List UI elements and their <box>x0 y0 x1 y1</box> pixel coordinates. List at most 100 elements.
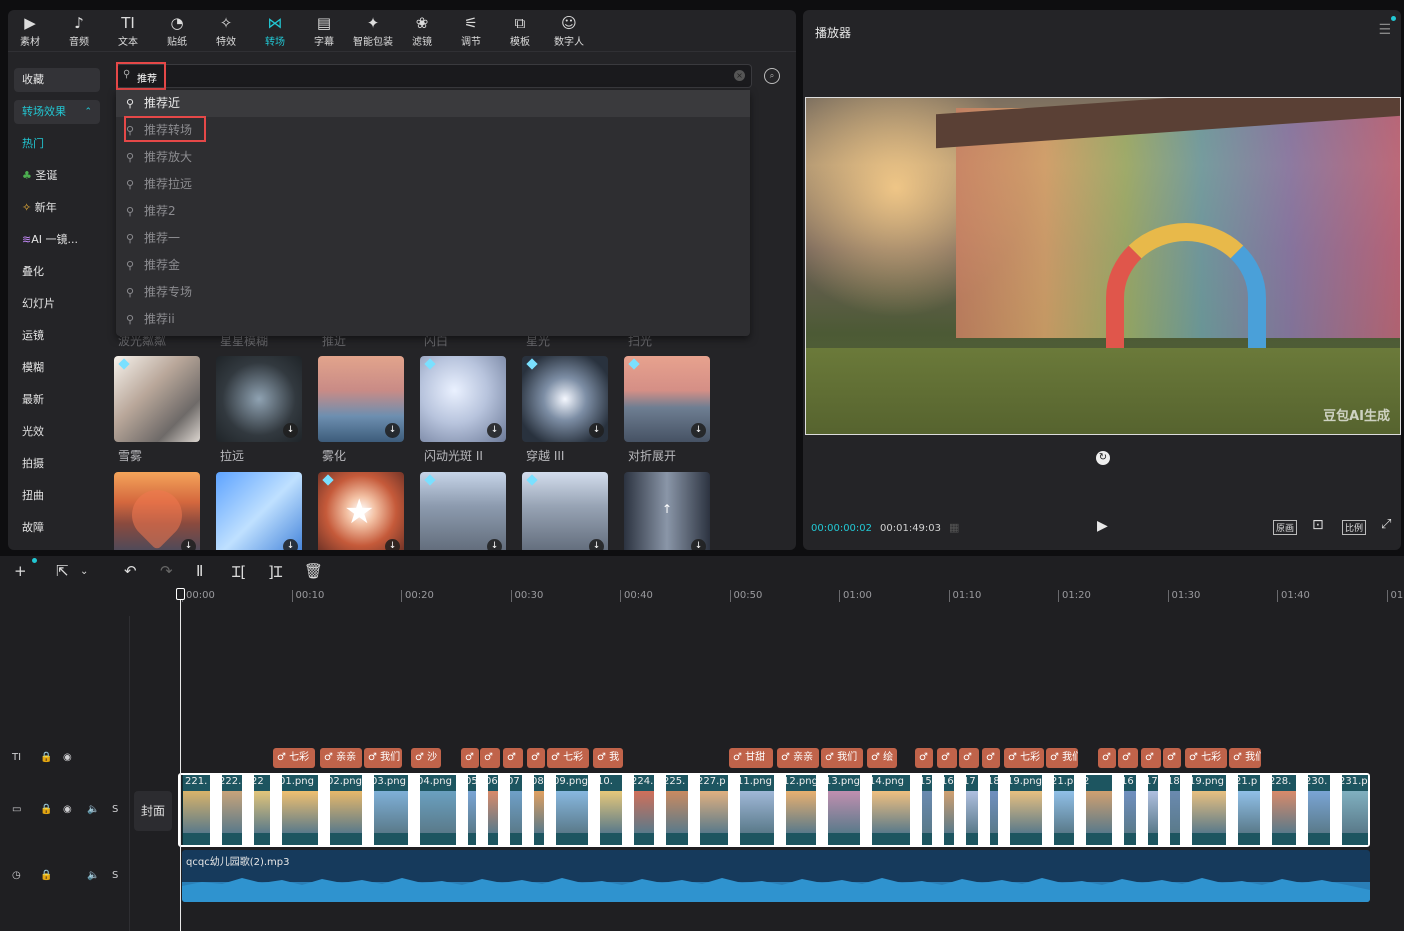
sidebar-item-blur[interactable]: 模糊 <box>14 356 100 380</box>
transition-marker[interactable] <box>910 773 922 847</box>
ratio-button[interactable]: 比例 <box>1342 520 1367 535</box>
transition-marker[interactable] <box>588 773 600 847</box>
sticker-clip[interactable]: ♂ <box>1118 748 1138 768</box>
transition-thumb[interactable]: ↓ <box>216 356 302 442</box>
transition-marker[interactable] <box>270 773 282 847</box>
transition-thumb[interactable]: ↓ <box>216 472 302 550</box>
tool-captions[interactable]: ▤ 字幕 <box>302 13 346 51</box>
sticker-clip[interactable]: ♂ <box>1163 748 1181 768</box>
download-icon[interactable]: ↓ <box>589 539 604 550</box>
sidebar-item-christmas[interactable]: ♣ 圣诞 <box>14 164 100 188</box>
transition-marker[interactable] <box>998 773 1010 847</box>
transition-marker[interactable] <box>774 773 786 847</box>
grid-icon[interactable]: ▦ <box>949 521 959 534</box>
sticker-clip[interactable]: ♂ 我们 <box>364 748 402 768</box>
tool-effects[interactable]: ✧ 特效 <box>204 13 248 51</box>
rotate-icon[interactable]: ↻ <box>1096 451 1110 465</box>
sidebar-item-newest[interactable]: 最新 <box>14 388 100 412</box>
sticker-clip[interactable]: ♂ <box>959 748 979 768</box>
transition-marker[interactable] <box>1260 773 1272 847</box>
suggestion-item[interactable]: ⚲ 推荐专场 <box>116 279 750 306</box>
sticker-clip[interactable]: ♂ 亲亲 <box>777 748 819 768</box>
sticker-clip[interactable]: ♂ <box>527 748 545 768</box>
transition-marker[interactable] <box>362 773 374 847</box>
transition-marker[interactable] <box>688 773 700 847</box>
download-icon[interactable]: ↓ <box>589 423 604 438</box>
sticker-clip[interactable]: ♂ <box>1098 748 1116 768</box>
transition-marker[interactable] <box>860 773 872 847</box>
sticker-clip[interactable]: ♂ <box>915 748 933 768</box>
transition-marker[interactable] <box>1226 773 1238 847</box>
sticker-clip[interactable]: ♂ <box>461 748 479 768</box>
transition-marker[interactable] <box>544 773 556 847</box>
transition-marker[interactable] <box>1074 773 1086 847</box>
download-icon[interactable]: ↓ <box>691 423 706 438</box>
suggestion-item[interactable]: ⚲ 推荐ii <box>116 306 750 333</box>
download-icon[interactable]: ↓ <box>385 423 400 438</box>
search-input[interactable]: ⚲ 推荐 × <box>116 64 752 88</box>
sidebar-item-dissolve[interactable]: 叠化 <box>14 260 100 284</box>
sidebar-item-glitch[interactable]: 故障 <box>14 516 100 540</box>
download-icon[interactable]: ↓ <box>487 423 502 438</box>
original-quality-button[interactable]: 原画 <box>1273 520 1298 535</box>
sticker-clip[interactable]: ♂ 我们 <box>1046 748 1078 768</box>
sticker-clip[interactable]: ♂ 七彩 <box>273 748 315 768</box>
transition-thumb[interactable] <box>114 356 200 442</box>
download-icon[interactable]: ↓ <box>487 539 502 550</box>
transition-thumb[interactable]: ↓ <box>624 356 710 442</box>
ai-search-icon[interactable]: ⌕ <box>764 68 780 84</box>
suggestion-item[interactable]: ⚲ 推荐2 <box>116 198 750 225</box>
suggestion-item[interactable]: ⚲ 推荐转场 <box>116 117 750 144</box>
transition-marker[interactable] <box>654 773 666 847</box>
solo-icon[interactable]: S <box>112 870 118 881</box>
undo-icon[interactable]: ↶ <box>124 562 137 580</box>
transition-marker[interactable] <box>456 773 468 847</box>
sticker-clip[interactable]: ♂ <box>937 748 957 768</box>
solo-icon[interactable]: S <box>112 804 118 815</box>
sticker-clip[interactable]: ♂ 七彩 <box>547 748 589 768</box>
lock-icon[interactable]: 🔒 <box>40 870 52 881</box>
transition-marker[interactable] <box>816 773 828 847</box>
chevron-down-icon[interactable]: ⌄ <box>80 566 88 577</box>
sticker-clip[interactable]: ♂ 我们 <box>1229 748 1261 768</box>
tool-text[interactable]: TI 文本 <box>106 13 150 51</box>
transition-marker[interactable] <box>1158 773 1170 847</box>
fullscreen-icon[interactable]: ⤢ <box>1381 517 1391 532</box>
transition-marker[interactable] <box>1112 773 1124 847</box>
transition-marker[interactable] <box>932 773 944 847</box>
transition-marker[interactable] <box>498 773 510 847</box>
download-icon[interactable]: ↓ <box>283 539 298 550</box>
cover-button[interactable]: 封面 <box>134 791 172 831</box>
video-clip[interactable]: 14.png <box>866 775 916 845</box>
split-right-icon[interactable]: ]Ɪ <box>268 562 282 582</box>
tool-adjust[interactable]: ⚟ 调节 <box>449 13 493 51</box>
transition-marker[interactable] <box>1042 773 1054 847</box>
tool-digital-human[interactable]: ☺ 数字人 <box>547 13 591 51</box>
transition-marker[interactable] <box>476 773 488 847</box>
transition-thumb[interactable]: ↓ <box>522 472 608 550</box>
download-icon[interactable]: ↓ <box>283 423 298 438</box>
sticker-clip[interactable]: ♂ 七彩 <box>1185 748 1227 768</box>
sticker-clip[interactable]: ♂ 亲亲 <box>320 748 362 768</box>
sticker-clip[interactable]: ♂ 我们 <box>821 748 863 768</box>
play-button[interactable]: ▶ <box>1097 518 1108 534</box>
suggestion-item[interactable]: ⚲ 推荐拉远 <box>116 171 750 198</box>
transition-marker[interactable] <box>318 773 330 847</box>
sidebar-item-favorites[interactable]: 收藏 <box>14 68 100 92</box>
transition-marker[interactable] <box>622 773 634 847</box>
transition-marker[interactable] <box>728 773 740 847</box>
transition-thumb[interactable]: ↓ <box>318 356 404 442</box>
menu-icon[interactable]: ☰ <box>1378 22 1391 38</box>
transition-marker[interactable] <box>408 773 420 847</box>
transition-thumb[interactable]: ↓ <box>114 472 200 550</box>
redo-icon[interactable]: ↷ <box>160 562 173 580</box>
sidebar-item-light[interactable]: 光效 <box>14 420 100 444</box>
suggestion-item[interactable]: ⚲ 推荐一 <box>116 225 750 252</box>
delete-icon[interactable]: 🗑 <box>304 562 323 580</box>
sticker-clip[interactable]: ♂ <box>480 748 500 768</box>
preview-canvas[interactable]: 豆包AI生成 <box>805 97 1401 435</box>
transition-thumb[interactable]: ↑ ↓ <box>624 472 710 550</box>
playhead-handle[interactable] <box>176 588 185 600</box>
tool-audio[interactable]: ♪ 音频 <box>57 13 101 51</box>
video-clip[interactable]: 04.png <box>414 775 462 845</box>
